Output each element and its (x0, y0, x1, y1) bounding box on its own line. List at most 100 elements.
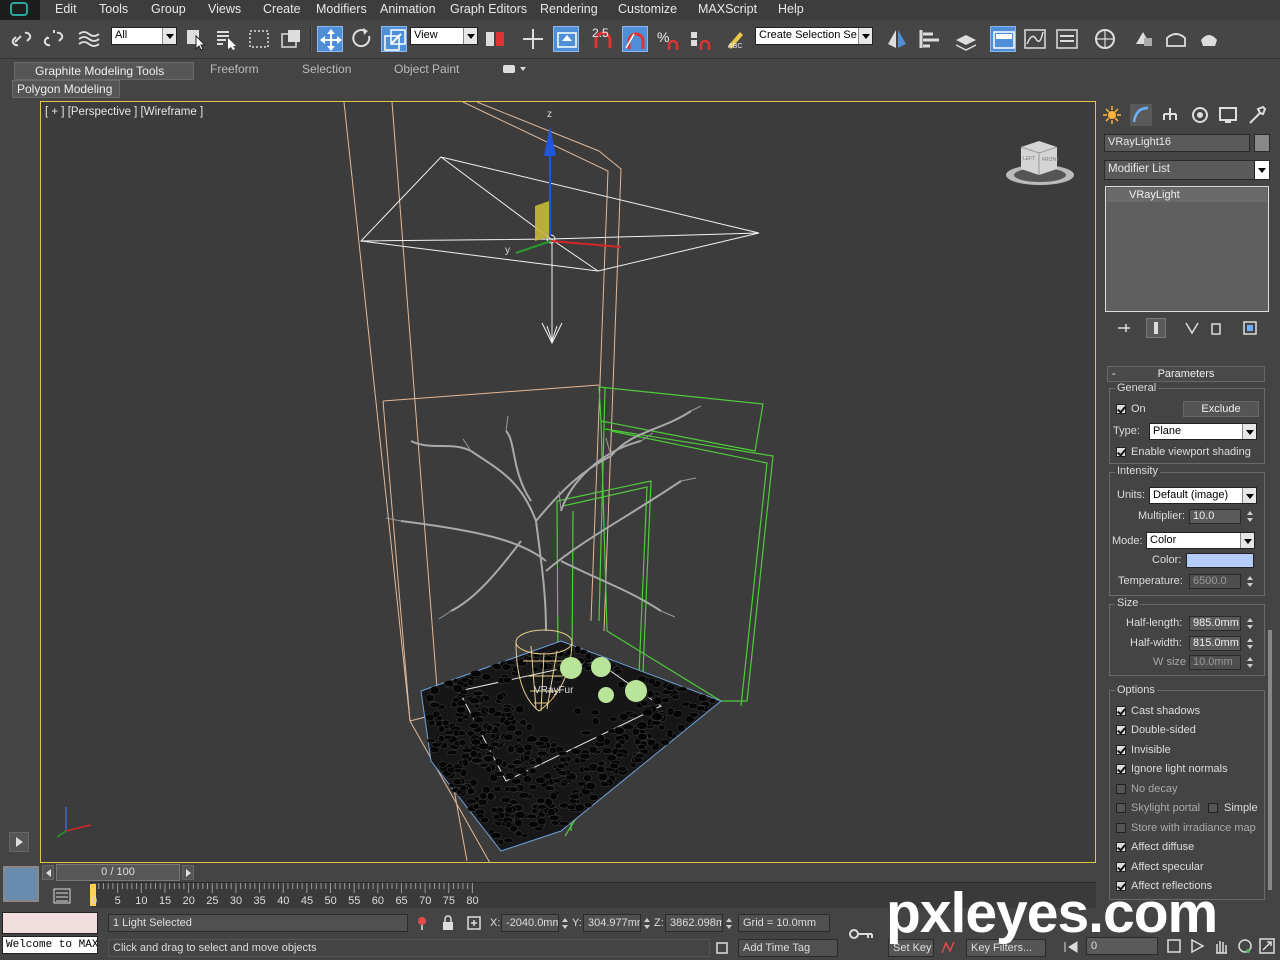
select-and-scale-icon[interactable] (381, 26, 407, 52)
reference-coordinate-dropdown[interactable]: View (410, 27, 478, 45)
menu-edit[interactable]: Edit (55, 2, 77, 16)
ribbon-options-icon[interactable] (503, 65, 515, 73)
half-width-spinner[interactable] (1246, 636, 1255, 651)
type-dropdown[interactable]: Plane (1149, 423, 1257, 440)
remove-modifier-icon[interactable] (1208, 320, 1224, 336)
mode-dropdown[interactable]: Color (1146, 532, 1255, 549)
select-by-name-icon[interactable] (214, 26, 240, 52)
pivot-center-icon[interactable] (482, 26, 508, 52)
option-checkbox-2[interactable] (1116, 745, 1126, 755)
menu-group[interactable]: Group (151, 2, 186, 16)
time-slider-prev-icon[interactable] (42, 865, 54, 880)
tab-object-paint[interactable]: Object Paint (394, 62, 459, 80)
command-panel-scrollbar[interactable] (1268, 630, 1272, 890)
option-checkbox-1[interactable] (1116, 725, 1126, 735)
configure-modifier-sets-icon[interactable] (1242, 320, 1258, 336)
show-end-result-icon[interactable] (1146, 318, 1166, 338)
isolate-selection-icon[interactable] (414, 915, 430, 931)
select-manipulate-icon[interactable] (520, 26, 546, 52)
filter-icon[interactable] (52, 886, 72, 906)
z-spinner[interactable] (725, 916, 734, 931)
bind-space-warp-icon[interactable] (76, 26, 102, 52)
spinner-snap-icon[interactable] (687, 26, 713, 52)
parameters-rollout-header[interactable]: - Parameters (1107, 366, 1265, 382)
curve-editor-icon[interactable] (1022, 26, 1048, 52)
menu-views[interactable]: Views (208, 2, 241, 16)
exclude-button[interactable]: Exclude (1183, 401, 1259, 417)
rollout-collapse-icon[interactable]: - (1112, 367, 1116, 381)
ribbon-dropdown-icon[interactable] (520, 67, 526, 71)
menu-help[interactable]: Help (778, 2, 804, 16)
expand-track-icon[interactable] (9, 832, 29, 852)
mini-curve-editor-icon[interactable] (3, 866, 39, 902)
link-icon[interactable] (10, 26, 36, 52)
layer-manager-icon[interactable] (953, 26, 979, 52)
time-tag-icon[interactable] (715, 941, 729, 955)
option-checkbox-7[interactable] (1116, 842, 1126, 852)
menu-rendering[interactable]: Rendering (540, 2, 598, 16)
enable-viewport-shading-checkbox[interactable] (1116, 447, 1126, 457)
menu-animation[interactable]: Animation (380, 2, 436, 16)
option-checkbox-4[interactable] (1116, 784, 1126, 794)
multiplier-spinner[interactable] (1246, 509, 1255, 524)
modifier-list-dropdown[interactable]: Modifier List (1104, 160, 1270, 180)
option-checkbox-3[interactable] (1116, 764, 1126, 774)
temperature-spinner[interactable] (1246, 574, 1255, 589)
units-dropdown[interactable]: Default (image) (1149, 487, 1257, 504)
selection-lock-icon[interactable] (440, 915, 456, 931)
schematic-view-icon[interactable] (1054, 26, 1080, 52)
menu-customize[interactable]: Customize (618, 2, 677, 16)
half-length-field[interactable]: 985.0mm (1189, 616, 1241, 631)
absolute-mode-icon[interactable] (466, 915, 482, 931)
hierarchy-tab-icon[interactable] (1159, 104, 1181, 126)
on-checkbox[interactable] (1116, 404, 1126, 414)
menu-graph-editors[interactable]: Graph Editors (450, 2, 527, 16)
half-length-spinner[interactable] (1246, 616, 1255, 631)
utilities-tab-icon[interactable] (1246, 104, 1268, 126)
w-size-spinner[interactable] (1246, 655, 1255, 670)
menu-maxscript[interactable]: MAXScript (698, 2, 757, 16)
y-coordinate-field[interactable]: 304.977mm (583, 914, 641, 932)
add-time-tag-button[interactable]: Add Time Tag (738, 939, 838, 957)
menu-tools[interactable]: Tools (99, 2, 128, 16)
angle-snap-icon[interactable] (622, 26, 648, 52)
half-width-field[interactable]: 815.0mm (1189, 636, 1241, 651)
option-checkbox-0[interactable] (1116, 706, 1126, 716)
y-spinner[interactable] (643, 916, 652, 931)
modify-tab-icon[interactable] (1130, 104, 1152, 126)
light-color-swatch[interactable] (1186, 553, 1254, 568)
maxscript-welcome[interactable]: Welcome to MAXScript. (2, 936, 98, 954)
multiplier-field[interactable]: 10.0 (1189, 509, 1241, 524)
pin-stack-icon[interactable] (1116, 320, 1132, 336)
w-size-field[interactable]: 10.0mm (1189, 655, 1241, 670)
rendered-frame-window-icon[interactable] (1163, 26, 1189, 52)
menu-create[interactable]: Create (263, 2, 301, 16)
temperature-field[interactable]: 6500.0 (1189, 574, 1241, 589)
stack-item-vraylight[interactable]: VRayLight (1107, 188, 1267, 202)
option-checkbox-8[interactable] (1116, 862, 1126, 872)
time-slider-next-icon[interactable] (182, 865, 194, 880)
rectangular-selection-icon[interactable] (246, 26, 272, 52)
z-coordinate-field[interactable]: 3862.098mm (665, 914, 723, 932)
set-key-icon[interactable] (848, 925, 874, 943)
x-coordinate-field[interactable]: -2040.0mm (501, 914, 559, 932)
option-checkbox-6[interactable] (1116, 823, 1126, 833)
simple-checkbox[interactable] (1208, 803, 1218, 813)
tab-graphite-modeling-tools[interactable]: Graphite Modeling Tools (14, 62, 194, 80)
object-name-field[interactable]: VRayLight16 (1104, 134, 1250, 152)
viewcube[interactable]: FRONT LEFT (1003, 137, 1077, 189)
x-spinner[interactable] (561, 916, 570, 931)
selection-filter-dropdown[interactable]: All (111, 27, 177, 45)
mirror-icon[interactable] (884, 26, 910, 52)
select-and-rotate-icon[interactable] (349, 26, 375, 52)
panel-polygon-modeling[interactable]: Polygon Modeling (12, 80, 120, 98)
option-checkbox-5[interactable] (1116, 803, 1126, 813)
tab-selection[interactable]: Selection (302, 62, 351, 80)
edit-named-selection-icon[interactable]: ABC (722, 26, 748, 52)
maximize-viewport-icon[interactable] (1258, 937, 1276, 955)
window-crossing-icon[interactable] (278, 26, 304, 52)
motion-tab-icon[interactable] (1189, 104, 1211, 126)
render-production-icon[interactable] (1196, 26, 1222, 52)
maxscript-listener-input[interactable] (2, 912, 98, 934)
create-tab-icon[interactable] (1101, 104, 1123, 126)
